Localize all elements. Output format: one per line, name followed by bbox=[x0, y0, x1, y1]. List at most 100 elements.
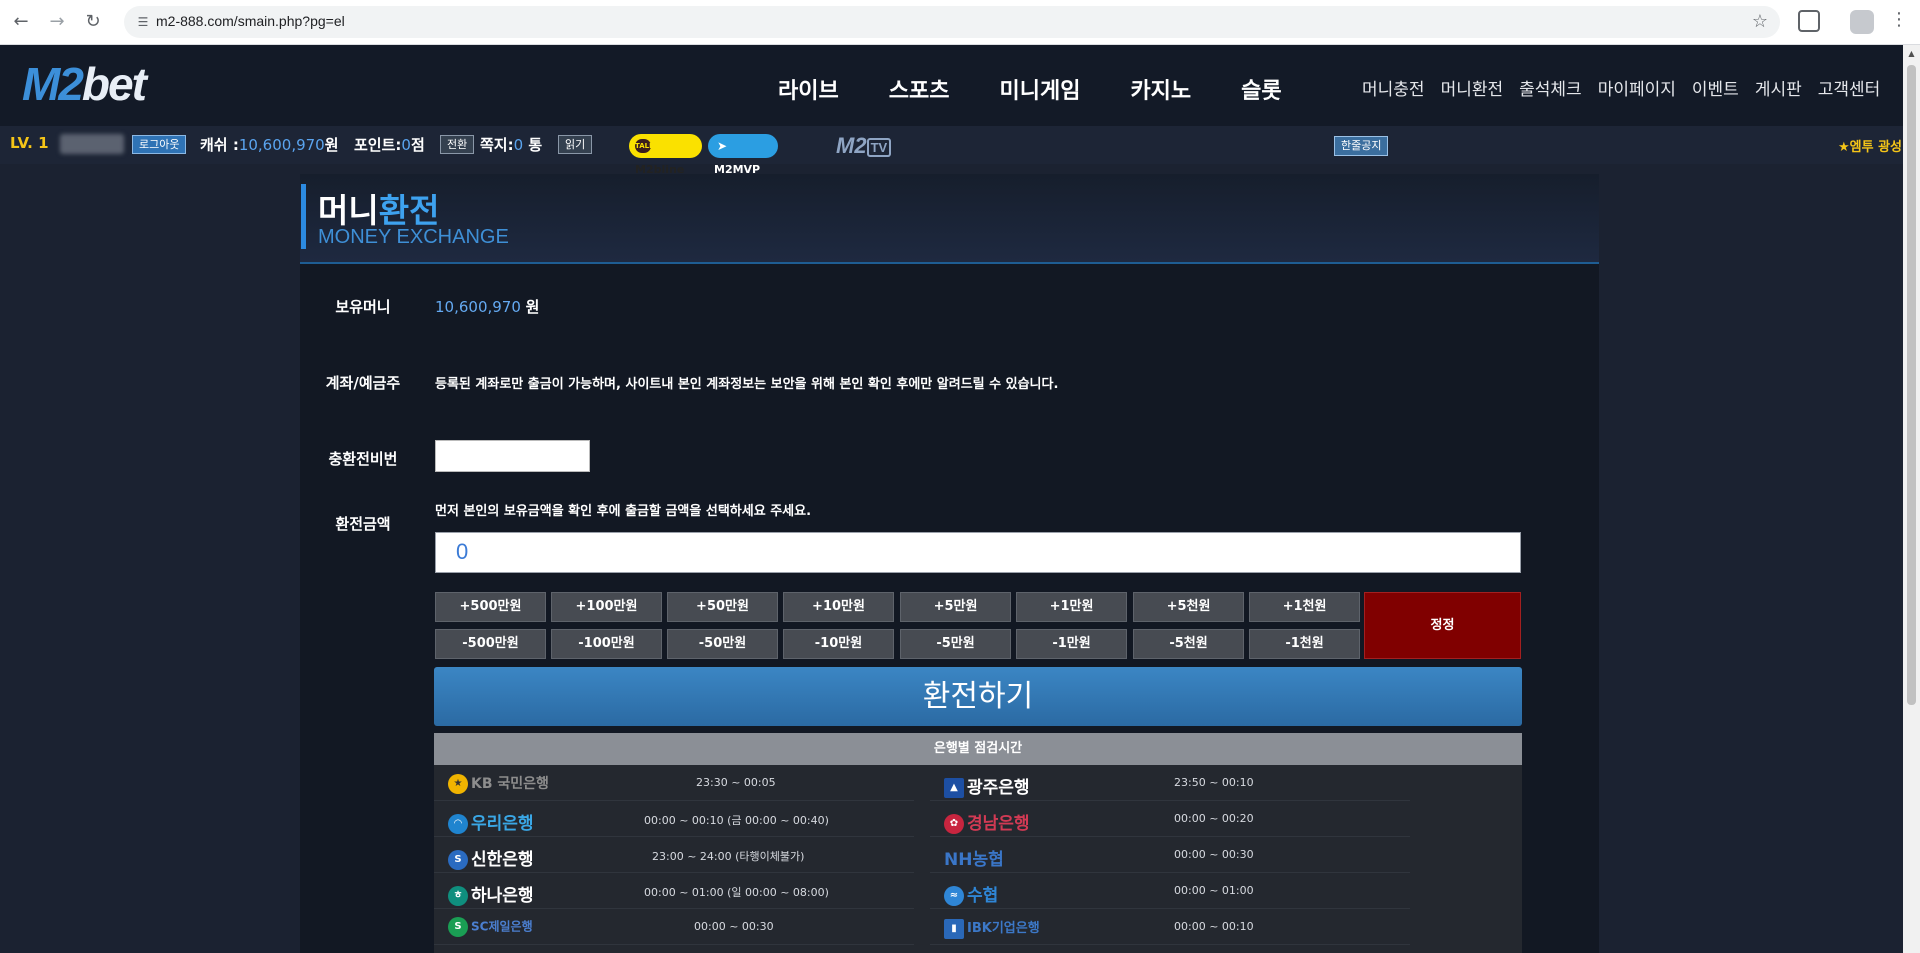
m2tv-link[interactable]: M2 TV bbox=[836, 133, 892, 159]
exchange-panel: 머니환전 MONEY EXCHANGE 보유머니 10,600,970 원 계좌… bbox=[300, 174, 1599, 953]
nav-deposit[interactable]: 머니충전 bbox=[1362, 75, 1425, 100]
sc-icon: S bbox=[448, 917, 468, 937]
add-500k-button[interactable]: +50만원 bbox=[667, 592, 778, 622]
memo-display: 쪽지:0 통 bbox=[480, 134, 542, 155]
nav-support[interactable]: 고객센터 bbox=[1818, 75, 1881, 100]
amount-value: 0 bbox=[456, 539, 469, 564]
kb-star-icon: ★ bbox=[448, 774, 468, 794]
sub-10k-button[interactable]: -1만원 bbox=[1016, 629, 1127, 659]
nav-mypage[interactable]: 마이페이지 bbox=[1598, 75, 1676, 100]
nav-event[interactable]: 이벤트 bbox=[1692, 75, 1739, 100]
site-header: M2bet 라이브 스포츠 미니게임 카지노 슬롯 머니충전 머니환전 출석체크… bbox=[0, 45, 1903, 126]
add-1k-button[interactable]: +1천원 bbox=[1249, 592, 1360, 622]
add-10k-button[interactable]: +1만원 bbox=[1016, 592, 1127, 622]
title-blue: 환전 bbox=[378, 191, 440, 230]
notice-button[interactable]: 한줄공지 bbox=[1334, 136, 1389, 156]
bank-row: ≈ 수협 00:00 ~ 01:00 bbox=[930, 874, 1410, 909]
bank-row: S 신한은행 23:00 ~ 24:00 (타행이체불가) bbox=[434, 838, 914, 873]
bank-row: ㅎ 하나은행 00:00 ~ 01:00 (일 00:00 ~ 08:00) bbox=[434, 874, 914, 909]
money-label: 보유머니 bbox=[335, 298, 391, 316]
exchange-password-input[interactable] bbox=[435, 440, 590, 472]
nav-minigame[interactable]: 미니게임 bbox=[999, 73, 1080, 105]
bookmark-star-icon[interactable]: ☆ bbox=[1752, 11, 1768, 32]
convert-button[interactable]: 전환 bbox=[440, 135, 475, 154]
add-50k-button[interactable]: +5만원 bbox=[900, 592, 1011, 622]
sub-50k-button[interactable]: -5만원 bbox=[900, 629, 1011, 659]
site-logo[interactable]: M2bet bbox=[22, 57, 147, 111]
sub-5m-button[interactable]: -500만원 bbox=[435, 629, 546, 659]
bank-logo-gwangju: ▲ 광주은행 bbox=[944, 773, 1030, 798]
nav-attendance[interactable]: 출석체크 bbox=[1519, 75, 1582, 100]
sub-1m-button[interactable]: -100만원 bbox=[551, 629, 662, 659]
nav-board[interactable]: 게시판 bbox=[1755, 75, 1802, 100]
page-subtitle: MONEY EXCHANGE bbox=[318, 226, 509, 248]
money-amount: 10,600,970 bbox=[435, 298, 521, 316]
bank-time: 00:00 ~ 01:00 (일 00:00 ~ 08:00) bbox=[644, 886, 829, 899]
reset-button[interactable]: 정정 bbox=[1364, 592, 1521, 659]
forward-icon[interactable]: → bbox=[44, 9, 70, 35]
add-100k-button[interactable]: +10만원 bbox=[783, 592, 894, 622]
sub-nav: 머니충전 머니환전 출석체크 마이페이지 이벤트 게시판 고객센터 bbox=[1362, 75, 1896, 100]
sub-100k-button[interactable]: -10만원 bbox=[783, 629, 894, 659]
bank-logo-suhyup: ≈ 수협 bbox=[944, 881, 998, 906]
point-value: 0 bbox=[401, 136, 411, 154]
add-5m-button[interactable]: +500만원 bbox=[435, 592, 546, 622]
bank-name: IBK기업은행 bbox=[967, 921, 1040, 936]
extensions-icon[interactable] bbox=[1798, 10, 1820, 32]
reload-icon[interactable]: ↻ bbox=[80, 9, 106, 35]
amount-label: 환전금액 bbox=[335, 515, 391, 533]
amount-input[interactable]: 0 bbox=[435, 532, 1521, 573]
scroll-up-icon[interactable]: ▲ bbox=[1907, 49, 1916, 58]
title-white: 머니 bbox=[318, 191, 379, 230]
bank-name: NH농협 bbox=[944, 850, 1004, 870]
read-memo-button[interactable]: 읽기 bbox=[558, 135, 593, 154]
kakao-link[interactable]: TALKM2bline bbox=[629, 134, 702, 176]
bank-logo-ibk: ▮ IBK기업은행 bbox=[944, 917, 1040, 939]
logout-button[interactable]: 로그아웃 bbox=[132, 135, 187, 154]
nav-sports[interactable]: 스포츠 bbox=[889, 73, 950, 105]
nav-withdraw[interactable]: 머니환전 bbox=[1441, 75, 1504, 100]
bank-hours-title: 은행별 점검시간 bbox=[434, 733, 1522, 765]
sub-5k-button[interactable]: -5천원 bbox=[1133, 629, 1244, 659]
telegram-link[interactable]: ➤M2MVP bbox=[708, 134, 778, 176]
url-text[interactable]: m2-888.com/smain.php?pg=el bbox=[156, 13, 345, 29]
nav-live[interactable]: 라이브 bbox=[778, 73, 839, 105]
add-1m-button[interactable]: +100만원 bbox=[551, 592, 662, 622]
point-display: 포인트:0점 bbox=[354, 134, 425, 155]
add-5k-button[interactable]: +5천원 bbox=[1133, 592, 1244, 622]
profile-avatar[interactable] bbox=[1850, 10, 1874, 34]
page-scrollbar[interactable]: ▲ bbox=[1903, 45, 1920, 953]
bank-time: 00:00 ~ 00:30 bbox=[1174, 848, 1254, 861]
amount-description: 먼저 본인의 보유금액을 확인 후에 출금할 금액을 선택하세요 주세요. bbox=[435, 504, 812, 519]
bank-name: 신한은행 bbox=[471, 850, 534, 870]
nav-slot[interactable]: 슬롯 bbox=[1241, 73, 1281, 105]
sub-500k-button[interactable]: -50만원 bbox=[667, 629, 778, 659]
bank-time: 00:00 ~ 00:10 bbox=[1174, 920, 1254, 933]
address-bar[interactable]: ☰ m2-888.com/smain.php?pg=el ☆ bbox=[124, 6, 1780, 38]
scrollbar-thumb[interactable] bbox=[1907, 65, 1916, 705]
bank-row: ★ KB 국민은행 23:30 ~ 00:05 bbox=[434, 766, 914, 801]
money-value: 10,600,970 원 bbox=[435, 296, 539, 317]
site-info-icon[interactable]: ☰ bbox=[134, 13, 152, 31]
m2tv-text: M2 bbox=[836, 133, 867, 158]
tv-icon: TV bbox=[866, 137, 892, 157]
gwangju-icon: ▲ bbox=[944, 778, 964, 798]
nav-casino[interactable]: 카지노 bbox=[1130, 73, 1191, 105]
logo-bet: bet bbox=[81, 58, 147, 110]
pw-label: 충환전비번 bbox=[328, 450, 398, 468]
bank-name: 우리은행 bbox=[471, 814, 534, 834]
page-title: 머니환전 bbox=[318, 184, 439, 232]
browser-menu-icon[interactable]: ⋮ bbox=[1890, 9, 1908, 30]
bank-time: 23:00 ~ 24:00 (타행이체불가) bbox=[652, 850, 805, 863]
sub-1k-button[interactable]: -1천원 bbox=[1249, 629, 1360, 659]
kakao-icon: TALK bbox=[635, 139, 655, 153]
bank-logo-hana: ㅎ 하나은행 bbox=[448, 881, 534, 906]
account-label: 계좌/예금주 bbox=[325, 374, 401, 392]
back-icon[interactable]: ← bbox=[8, 9, 34, 35]
exchange-submit-button[interactable]: 환전하기 bbox=[434, 667, 1522, 726]
bank-logo-gyeongnam: ✿ 경남은행 bbox=[944, 809, 1030, 834]
bank-name: SC제일은행 bbox=[471, 919, 533, 934]
point-unit: 점 bbox=[410, 136, 425, 154]
memo-label: 쪽지: bbox=[480, 136, 514, 154]
bank-row: ✿ 경남은행 00:00 ~ 00:20 bbox=[930, 802, 1410, 837]
